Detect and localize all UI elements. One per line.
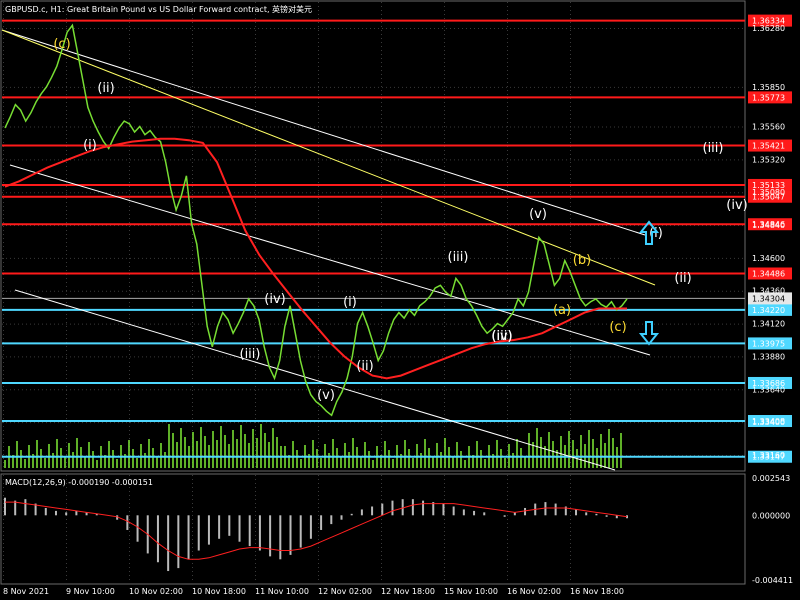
macd-tick-label: -0.004411	[752, 576, 793, 585]
wave-label: (i)	[83, 138, 97, 153]
price-tick-label: 1.35850	[752, 83, 785, 92]
wave-label: (iv)	[264, 292, 285, 307]
cyan-level-label: 1.34220	[752, 306, 785, 315]
chart-background	[0, 0, 800, 600]
price-tick-label: 1.33880	[752, 352, 785, 361]
wave-label: (iv)	[726, 198, 747, 213]
wave-label: (iii)	[703, 141, 724, 156]
chart-title: GBPUSD.c, H1: Great Britain Pound vs US …	[5, 4, 312, 14]
time-tick-label: 10 Nov 18:00	[192, 587, 246, 596]
time-tick-label: 16 Nov 18:00	[570, 587, 624, 596]
time-tick-label: 10 Nov 02:00	[129, 587, 183, 596]
price-tick-label: 1.33640	[752, 385, 785, 394]
red-level-label: 1.34486	[752, 269, 785, 278]
wave-label: (a)	[553, 303, 571, 318]
price-tick-label: 1.35080	[752, 188, 785, 197]
macd-label: MACD(12,26,9) -0.000190 -0.000151	[5, 478, 153, 487]
wave-label: (b)	[573, 253, 591, 268]
price-chart: 1.363341.350471.357731.354211.351331.348…	[0, 0, 800, 600]
wave-label: (v)	[529, 207, 547, 222]
wave-label: (ii)	[97, 81, 114, 96]
time-tick-label: 9 Nov 10:00	[66, 587, 115, 596]
time-tick-label: 16 Nov 02:00	[507, 587, 561, 596]
time-tick-label: 12 Nov 18:00	[381, 587, 435, 596]
wave-label: (iii)	[448, 250, 469, 265]
macd-tick-label: 0.002543	[752, 474, 790, 483]
price-tick-label: 1.33400	[752, 418, 785, 427]
red-level-label: 1.35421	[752, 142, 785, 151]
cyan-level-label: 1.33975	[752, 339, 785, 348]
time-tick-label: 12 Nov 02:00	[318, 587, 372, 596]
price-tick-label: 1.34840	[752, 221, 785, 230]
price-tick-label: 1.36280	[752, 24, 785, 33]
red-level-label: 1.35773	[752, 93, 785, 102]
time-tick-label: 15 Nov 10:00	[444, 587, 498, 596]
time-tick-label: 11 Nov 10:00	[255, 587, 309, 596]
price-tick-label: 1.35560	[752, 123, 785, 132]
price-tick-label: 1.34600	[752, 254, 785, 263]
wave-label: (ii)	[674, 271, 691, 286]
wave-label: (c)	[609, 320, 626, 335]
wave-label: (iii)	[240, 347, 261, 362]
time-tick-label: 8 Nov 2021	[3, 587, 49, 596]
wave-label: (v)	[317, 388, 335, 403]
price-tick-label: 1.34360	[752, 287, 785, 296]
price-tick-label: 1.34120	[752, 320, 785, 329]
wave-label: (iv)	[491, 329, 512, 344]
wave-label: (i)	[343, 295, 357, 310]
wave-label: (c)	[53, 37, 70, 52]
current-price-label: 1.34304	[752, 294, 785, 303]
macd-tick-label: 0.000000	[752, 511, 790, 520]
wave-label: (ii)	[356, 359, 373, 374]
price-tick-label: 1.33160	[752, 451, 785, 460]
price-tick-label: 1.35320	[752, 155, 785, 164]
